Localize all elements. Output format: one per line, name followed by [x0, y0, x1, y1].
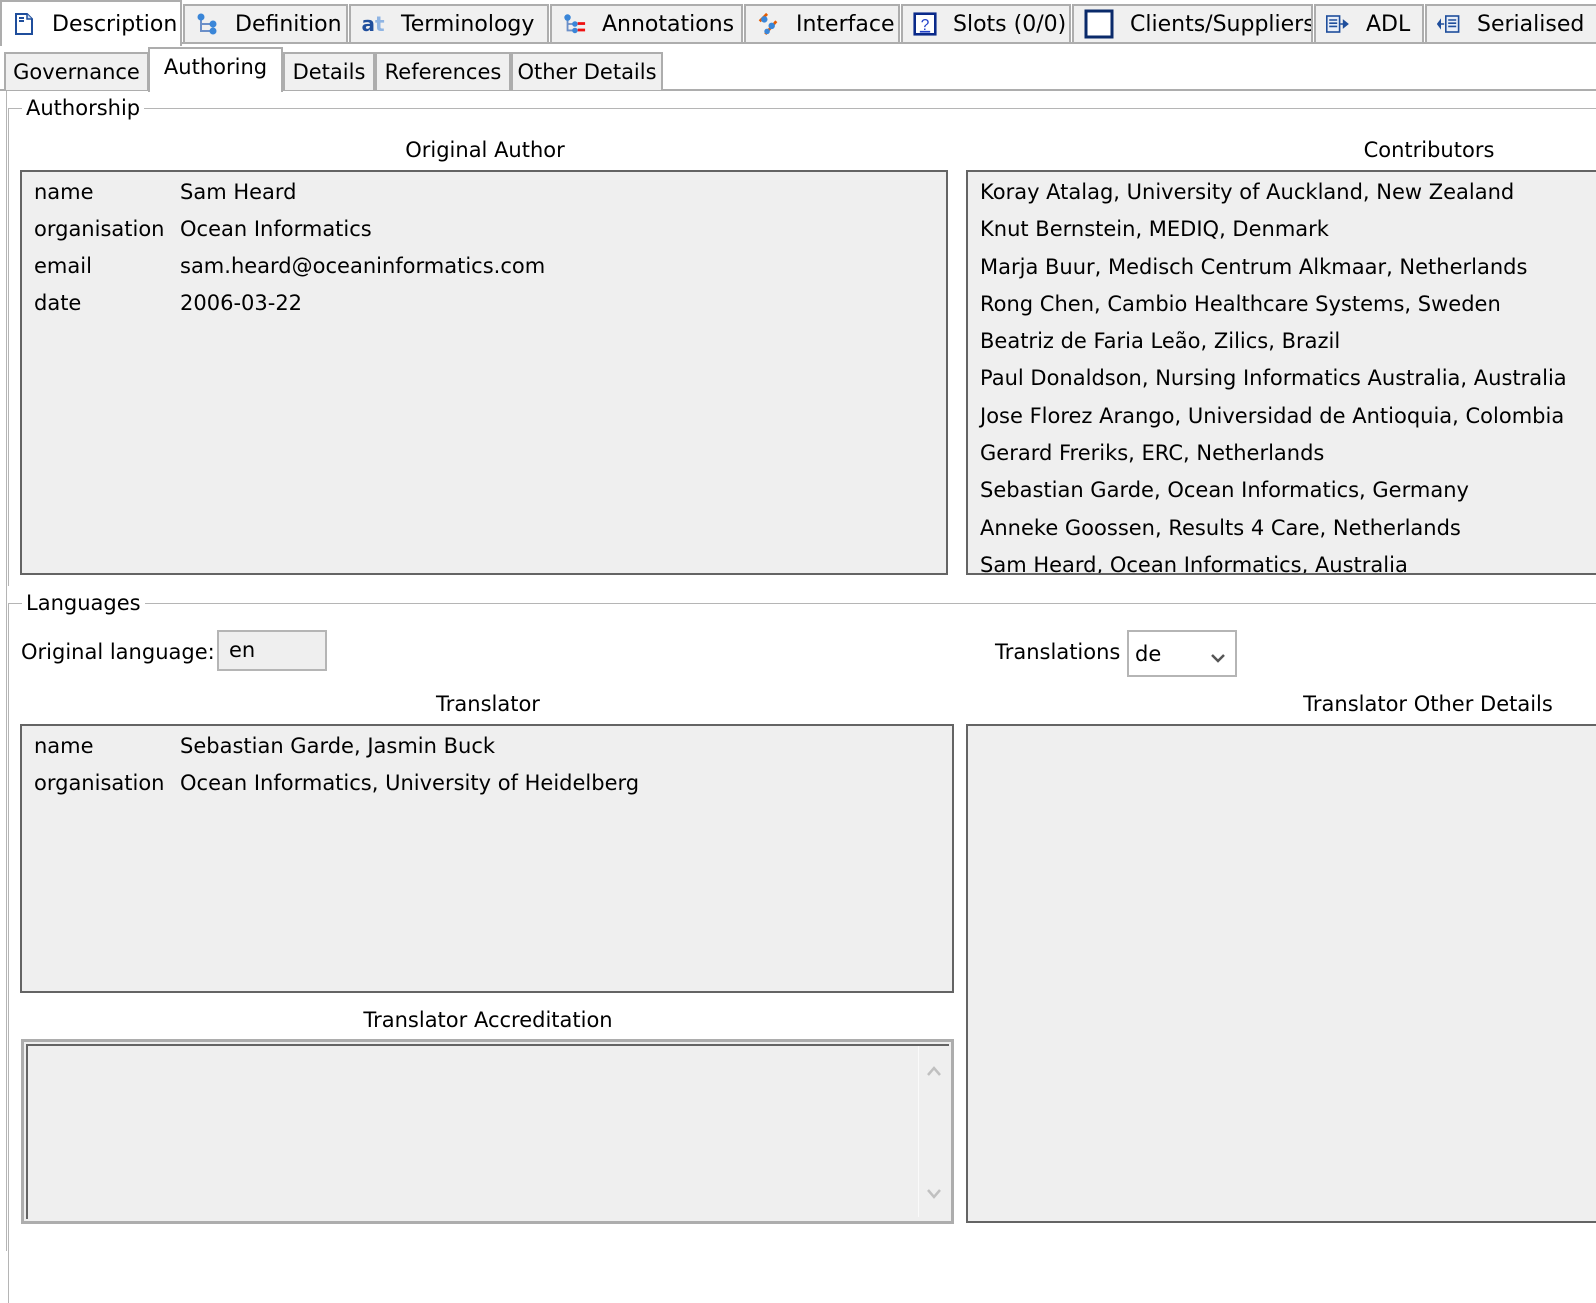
row-value: Sam Heard — [180, 180, 297, 204]
tab-label: Definition — [235, 11, 342, 37]
row-value: 2006-03-22 — [180, 291, 303, 315]
contributor-item[interactable]: Jose Florez Arango, Universidad de Antio… — [968, 398, 1596, 435]
contributor-item[interactable]: Marja Buur, Medisch Centrum Alkmaar, Net… — [968, 249, 1596, 286]
contributor-item[interactable]: Anneke Goossen, Results 4 Care, Netherla… — [968, 510, 1596, 547]
clients-suppliers-icon — [1084, 9, 1114, 39]
tab-serialised[interactable]: Serialised — [1425, 4, 1596, 42]
vertical-scrollbar[interactable] — [918, 1046, 949, 1217]
tab-label: Other Details — [517, 60, 657, 84]
subtab-references[interactable]: References — [375, 52, 511, 90]
contributor-item[interactable]: Sam Heard, Ocean Informatics, Australia — [968, 547, 1596, 573]
contributor-item[interactable]: Gerard Freriks, ERC, Netherlands — [968, 435, 1596, 472]
contributors-list[interactable]: Koray Atalag, University of Auckland, Ne… — [966, 170, 1596, 575]
adl-export-icon — [1326, 12, 1350, 36]
tab-label: Details — [292, 60, 366, 84]
row-key: organisation — [34, 771, 165, 795]
row-value: Sebastian Garde, Jasmin Buck — [180, 734, 496, 758]
tab-definition[interactable]: Definition — [183, 4, 348, 42]
tab-label: References — [384, 60, 502, 84]
row-key: name — [34, 180, 94, 204]
main-tab-strip: Description Definition at Terminology An… — [0, 0, 1596, 46]
annotations-tree-icon — [562, 12, 586, 36]
original-language-label: Original language: — [21, 640, 215, 664]
original-language-field[interactable]: en — [217, 630, 327, 671]
tab-annotations[interactable]: Annotations — [550, 4, 743, 42]
terminology-at-icon: at — [361, 12, 385, 36]
row-key: date — [34, 291, 82, 315]
chevron-down-icon — [1211, 644, 1225, 668]
original-author-header: Original Author — [405, 138, 565, 162]
textarea-content[interactable] — [26, 1044, 949, 1219]
contributor-item[interactable]: Paul Donaldson, Nursing Informatics Aust… — [968, 360, 1596, 397]
tab-clients-suppliers[interactable]: Clients/Suppliers — [1072, 4, 1313, 42]
definition-tree-icon — [195, 12, 219, 36]
contributor-item[interactable]: Koray Atalag, University of Auckland, Ne… — [968, 174, 1596, 211]
page-left-edge — [6, 91, 7, 1251]
subtab-governance[interactable]: Governance — [4, 52, 149, 90]
tab-adl[interactable]: ADL — [1314, 4, 1424, 42]
slots-question-icon: ? — [913, 12, 937, 36]
languages-group-title: Languages — [22, 591, 145, 615]
translations-dropdown[interactable]: de — [1127, 630, 1237, 677]
translator-panel: name Sebastian Garde, Jasmin Buck organi… — [20, 724, 954, 993]
translator-header: Translator — [436, 692, 540, 716]
translator-accreditation-header: Translator Accreditation — [363, 1008, 613, 1032]
interface-icon — [756, 12, 780, 36]
tab-interface[interactable]: Interface — [744, 4, 900, 42]
tab-label: Annotations — [602, 11, 735, 37]
tab-label: Interface — [796, 11, 895, 37]
row-value: sam.heard@oceaninformatics.com — [180, 254, 546, 278]
translator-other-details-panel[interactable] — [966, 724, 1596, 1223]
subtab-details[interactable]: Details — [283, 52, 375, 90]
tab-label: Governance — [13, 60, 140, 84]
tab-label: Slots (0/0) — [953, 11, 1067, 37]
scroll-down-arrow-icon[interactable] — [927, 1181, 941, 1205]
subtab-authoring[interactable]: Authoring — [148, 47, 283, 92]
contributors-header: Contributors — [1363, 138, 1495, 162]
contributor-item[interactable]: Rong Chen, Cambio Healthcare Systems, Sw… — [968, 286, 1596, 323]
translator-other-details-header: Translator Other Details — [1303, 692, 1553, 716]
translator-accreditation-textarea[interactable] — [21, 1039, 954, 1224]
row-key: email — [34, 254, 92, 278]
authorship-group-title: Authorship — [22, 96, 145, 120]
translations-selected-value: de — [1135, 641, 1162, 666]
description-page-icon — [12, 12, 36, 36]
row-key: organisation — [34, 217, 165, 241]
tab-strip-divider — [0, 42, 1596, 44]
original-author-panel: name Sam Heard organisation Ocean Inform… — [20, 170, 948, 575]
scroll-up-arrow-icon[interactable] — [927, 1058, 941, 1082]
tab-slots[interactable]: ? Slots (0/0) — [901, 4, 1071, 42]
tab-label: Terminology — [401, 11, 535, 37]
tab-label: ADL — [1366, 11, 1411, 37]
row-value: Ocean Informatics, University of Heidelb… — [180, 771, 640, 795]
tab-label: Authoring — [163, 55, 268, 79]
row-value: Ocean Informatics — [180, 217, 372, 241]
tab-description[interactable]: Description — [0, 0, 182, 46]
contributor-item[interactable]: Knut Bernstein, MEDIQ, Denmark — [968, 211, 1596, 248]
serialised-import-icon — [1437, 12, 1461, 36]
original-language-value: en — [229, 638, 256, 662]
tab-terminology[interactable]: at Terminology — [349, 4, 549, 42]
tab-label: Serialised — [1477, 11, 1585, 37]
row-key: name — [34, 734, 94, 758]
tab-label: Clients/Suppliers — [1130, 11, 1313, 37]
contributor-item[interactable]: Sebastian Garde, Ocean Informatics, Germ… — [968, 472, 1596, 509]
tab-label: Description — [52, 11, 178, 37]
subtab-other-details[interactable]: Other Details — [511, 52, 663, 90]
translations-label: Translations — [995, 640, 1121, 664]
contributor-item[interactable]: Beatriz de Faria Leão, Zilics, Brazil — [968, 323, 1596, 360]
